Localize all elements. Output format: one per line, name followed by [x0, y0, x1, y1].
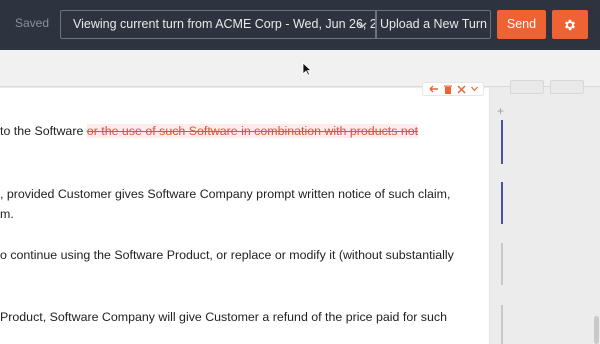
- comments-gutter: [490, 88, 600, 344]
- gutter-chip[interactable]: [550, 80, 584, 94]
- document-line: , provided Customer gives Software Compa…: [0, 187, 451, 201]
- turn-select-label: Viewing current turn from ACME Corp - We…: [73, 17, 376, 31]
- gutter-header: [510, 80, 590, 96]
- document-line: o continue using the Software Product, o…: [0, 248, 454, 262]
- line-text: to the Software: [0, 124, 87, 138]
- change-marker[interactable]: [501, 243, 503, 285]
- plus-icon[interactable]: +: [497, 104, 504, 118]
- scrollbar[interactable]: [594, 316, 599, 344]
- chevron-down-icon[interactable]: [470, 86, 478, 92]
- cursor-icon: [302, 62, 312, 76]
- document-line: to the Software or the use of such Softw…: [0, 124, 419, 138]
- save-status: Saved: [15, 16, 50, 30]
- reject-icon[interactable]: [456, 84, 466, 94]
- change-actions-toolbar: [422, 82, 484, 96]
- turn-select-dropdown[interactable]: Viewing current turn from ACME Corp - We…: [60, 10, 376, 39]
- change-marker[interactable]: [501, 305, 503, 344]
- deleted-text[interactable]: or the use of such Software in combinati…: [86, 124, 419, 138]
- undo-icon[interactable]: [429, 85, 439, 94]
- document-line: Product, Software Company will give Cust…: [0, 310, 447, 324]
- change-marker[interactable]: [501, 120, 503, 164]
- document-line: m.: [0, 207, 14, 221]
- send-button[interactable]: Send: [497, 10, 546, 39]
- chevron-down-icon: [357, 22, 367, 28]
- trash-icon[interactable]: [443, 85, 452, 94]
- settings-button[interactable]: [552, 10, 588, 39]
- change-marker[interactable]: [501, 182, 503, 224]
- upload-new-turn-button[interactable]: Upload a New Turn: [376, 10, 491, 39]
- gutter-chip[interactable]: [510, 80, 544, 94]
- gear-icon: [564, 19, 576, 30]
